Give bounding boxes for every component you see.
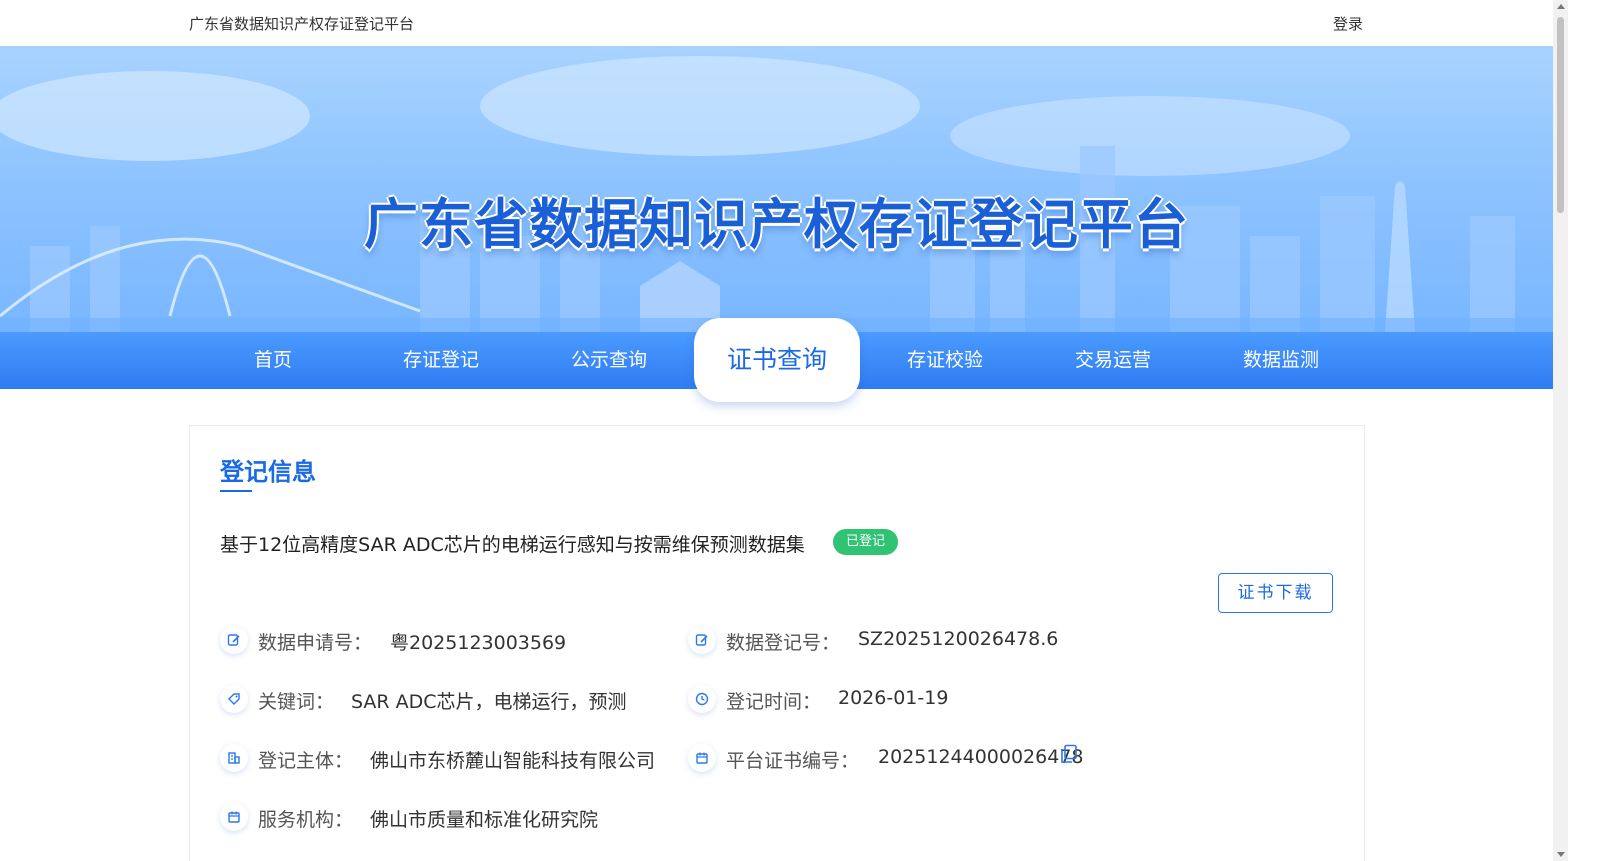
banner-title: 广东省数据知识产权存证登记平台 bbox=[364, 193, 1189, 256]
field-value: 2026-01-19 bbox=[838, 687, 949, 709]
scroll-down-icon[interactable] bbox=[1557, 852, 1565, 857]
field-value: 20251244000026478 bbox=[878, 746, 1084, 768]
field-value: 佛山市质量和标准化研究院 bbox=[370, 809, 599, 831]
top-bar: 广东省数据知识产权存证登记平台 登录 bbox=[0, 0, 1553, 46]
scrollbar-thumb[interactable] bbox=[1557, 17, 1564, 213]
nav-item-home[interactable]: 首页 bbox=[193, 332, 353, 389]
nav-item-evidence-registration[interactable]: 存证登记 bbox=[361, 332, 521, 389]
nav-item-public-query[interactable]: 公示查询 bbox=[529, 332, 689, 389]
certificate-download-button[interactable]: 证书下载 bbox=[1218, 573, 1333, 613]
nav-item-evidence-verification[interactable]: 存证校验 bbox=[865, 332, 1025, 389]
nav-item-certificate-query[interactable]: 证书查询 bbox=[694, 318, 860, 402]
field-label: 数据申请号： bbox=[258, 632, 373, 654]
clock-icon bbox=[688, 685, 716, 713]
nav-item-trading-operation[interactable]: 交易运营 bbox=[1033, 332, 1193, 389]
record-title: 基于12位高精度SAR ADC芯片的电梯运行感知与按需维保预测数据集 bbox=[220, 534, 805, 556]
field-value: 佛山市东桥麓山智能科技有限公司 bbox=[370, 750, 656, 772]
field-label: 关键词： bbox=[258, 691, 335, 713]
field-label: 登记主体： bbox=[258, 750, 354, 772]
edit-icon bbox=[688, 626, 716, 654]
field-value: 粤2025123003569 bbox=[390, 632, 567, 654]
field-label: 服务机构： bbox=[258, 809, 354, 831]
copy-icon[interactable] bbox=[1060, 744, 1078, 764]
section-title-underline bbox=[220, 490, 252, 492]
field-label: 登记时间： bbox=[726, 691, 822, 713]
vertical-scrollbar[interactable] bbox=[1553, 0, 1568, 861]
field-label: 数据登记号： bbox=[726, 632, 841, 654]
registration-info-card: 登记信息 基于12位高精度SAR ADC芯片的电梯运行感知与按需维保预测数据集 … bbox=[189, 425, 1365, 861]
calendar-icon bbox=[688, 744, 716, 772]
field-label: 平台证书编号： bbox=[726, 750, 860, 772]
hero-banner: 广东省数据知识产权存证登记平台 bbox=[0, 46, 1553, 332]
calendar-icon bbox=[220, 803, 248, 831]
status-badge: 已登记 bbox=[833, 529, 899, 555]
field-value: SAR ADC芯片，电梯运行，预测 bbox=[351, 691, 627, 713]
scroll-up-icon[interactable] bbox=[1557, 4, 1565, 9]
field-value: SZ2025120026478.6 bbox=[858, 628, 1059, 650]
tag-icon bbox=[220, 685, 248, 713]
site-name: 广东省数据知识产权存证登记平台 bbox=[189, 15, 415, 33]
edit-icon bbox=[220, 626, 248, 654]
login-link[interactable]: 登录 bbox=[1333, 13, 1363, 34]
building-icon bbox=[220, 744, 248, 772]
main-nav: 首页 存证登记 公示查询 证书查询 存证校验 交易运营 数据监测 bbox=[0, 318, 1553, 402]
nav-item-data-monitoring[interactable]: 数据监测 bbox=[1201, 332, 1361, 389]
section-title: 登记信息 bbox=[220, 458, 316, 486]
